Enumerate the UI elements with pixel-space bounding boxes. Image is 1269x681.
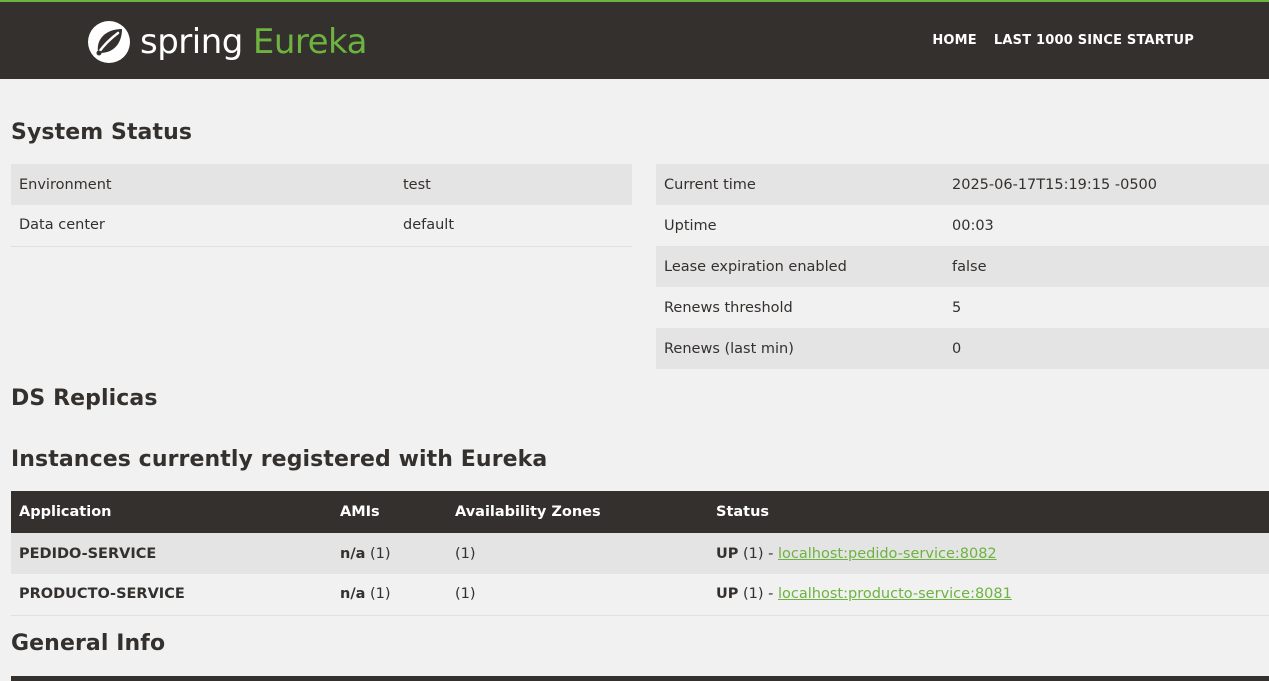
nav-last-1000-link[interactable]: LAST 1000 SINCE STARTUP — [994, 33, 1194, 48]
system-status-left-table: Environment test Data center default — [11, 164, 632, 247]
status-count: (1) - — [743, 586, 774, 603]
general-info-table-header — [11, 676, 1269, 681]
navbar: spring Eureka HOME LAST 1000 SINCE STARTU… — [0, 0, 1269, 79]
renews-last-min-label: Renews (last min) — [656, 328, 944, 369]
instance-link[interactable]: localhost:producto-service:8081 — [778, 586, 1012, 602]
amis-cell: n/a (1) — [332, 533, 447, 574]
ami-value: n/a — [340, 545, 366, 562]
status-cell: UP (1) - localhost:producto-service:8081 — [708, 574, 1269, 616]
column-header-status: Status — [708, 491, 1269, 533]
table-row: PRODUCTO-SERVICE n/a (1) (1) UP (1) - lo… — [11, 574, 1269, 616]
ami-value: n/a — [340, 586, 366, 603]
brand-eureka-text: Eureka — [252, 22, 368, 62]
availability-zones-cell: (1) — [447, 533, 708, 574]
instances-heading: Instances currently registered with Eure… — [11, 447, 548, 472]
status-cell: UP (1) - localhost:pedido-service:8082 — [708, 533, 1269, 574]
renews-threshold-label: Renews threshold — [656, 287, 944, 328]
ami-count: (1) — [370, 586, 391, 603]
status-count: (1) - — [743, 545, 774, 562]
environment-value: test — [395, 164, 632, 205]
system-status-heading: System Status — [11, 120, 193, 145]
instances-table: Application AMIs Availability Zones Stat… — [11, 491, 1269, 616]
current-time-value: 2025-06-17T15:19:15 -0500 — [944, 164, 1269, 205]
nav-links: HOME LAST 1000 SINCE STARTUP — [932, 33, 1194, 48]
data-center-value: default — [395, 205, 632, 247]
amis-cell: n/a (1) — [332, 574, 447, 616]
current-time-label: Current time — [656, 164, 944, 205]
brand-spring-text: spring — [140, 22, 243, 62]
table-row: Data center default — [11, 205, 632, 247]
table-row: Renews (last min) 0 — [656, 328, 1269, 369]
lease-expiration-value: false — [944, 246, 1269, 287]
nav-home-link[interactable]: HOME — [932, 33, 977, 48]
spring-leaf-icon — [88, 21, 130, 63]
availability-zones-cell: (1) — [447, 574, 708, 616]
environment-label: Environment — [11, 164, 395, 205]
table-header-row: Application AMIs Availability Zones Stat… — [11, 491, 1269, 533]
application-name: PEDIDO-SERVICE — [11, 533, 332, 574]
brand-logo[interactable]: spring Eureka — [86, 18, 367, 66]
table-row: Current time 2025-06-17T15:19:15 -0500 — [656, 164, 1269, 205]
uptime-label: Uptime — [656, 205, 944, 246]
ami-count: (1) — [370, 545, 391, 562]
status-value: UP — [716, 586, 739, 603]
instance-link[interactable]: localhost:pedido-service:8082 — [778, 546, 997, 562]
uptime-value: 00:03 — [944, 205, 1269, 246]
column-header-availability-zones: Availability Zones — [447, 491, 708, 533]
brand-text: spring Eureka — [140, 25, 367, 59]
column-header-application: Application — [11, 491, 332, 533]
table-row: Environment test — [11, 164, 632, 205]
table-row: PEDIDO-SERVICE n/a (1) (1) UP (1) - loca… — [11, 533, 1269, 574]
lease-expiration-label: Lease expiration enabled — [656, 246, 944, 287]
table-row: Lease expiration enabled false — [656, 246, 1269, 287]
status-value: UP — [716, 545, 739, 562]
system-status-right-table: Current time 2025-06-17T15:19:15 -0500 U… — [656, 164, 1269, 369]
data-center-label: Data center — [11, 205, 395, 247]
renews-last-min-value: 0 — [944, 328, 1269, 369]
general-info-heading: General Info — [11, 631, 166, 656]
application-name: PRODUCTO-SERVICE — [11, 574, 332, 616]
table-row: Uptime 00:03 — [656, 205, 1269, 246]
column-header-amis: AMIs — [332, 491, 447, 533]
table-row: Renews threshold 5 — [656, 287, 1269, 328]
ds-replicas-heading: DS Replicas — [11, 386, 158, 411]
renews-threshold-value: 5 — [944, 287, 1269, 328]
